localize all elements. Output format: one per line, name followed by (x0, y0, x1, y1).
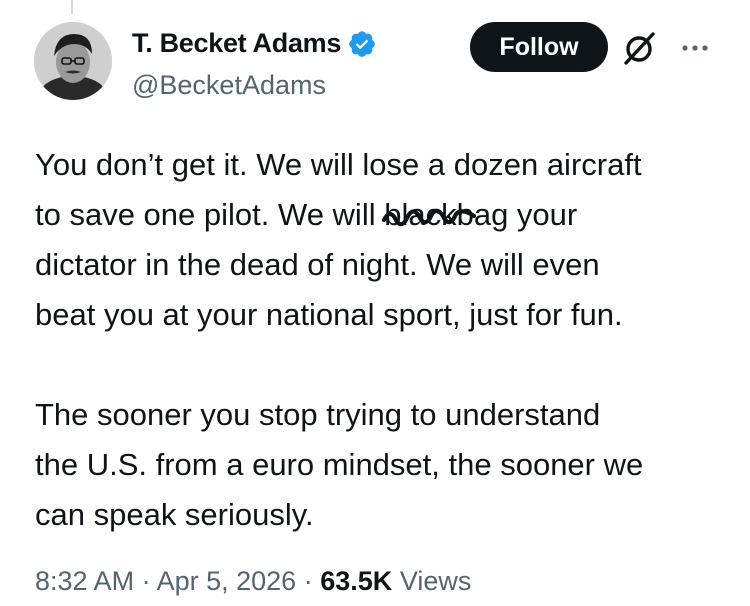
struck-fragment: black (384, 197, 457, 232)
tweet-line-with-strikethrough: to save one pilot. We will black bag your (35, 190, 740, 240)
tweet-line: beat you at your national sport, just fo… (35, 297, 623, 332)
tweet-line: dictator in the dead of night. We will e… (35, 247, 600, 282)
more-dots-icon[interactable] (677, 28, 713, 68)
author-name-row[interactable]: T. Becket Adams (132, 28, 377, 59)
follow-button[interactable]: Follow (470, 22, 608, 72)
tweet-text: You don’t get it. We will lose a dozen a… (35, 140, 740, 540)
tweet-date[interactable]: Apr 5, 2026 (157, 566, 297, 596)
tweet-time[interactable]: 8:32 AM (35, 566, 134, 596)
tweet-meta: 8:32 AM · Apr 5, 2026 · 63.5K Views (35, 566, 471, 597)
tweet-line: can speak seriously. (35, 497, 314, 532)
tweet-line-fragment: to save one pilot. We will (35, 197, 385, 232)
grok-icon[interactable] (620, 28, 660, 68)
avatar-portrait-image (34, 22, 112, 100)
tweet-line-fragment: bag your (456, 197, 578, 232)
meta-separator: · (141, 566, 151, 596)
views-count[interactable]: 63.5K (320, 566, 392, 596)
tweet-line: the U.S. from a euro mindset, the sooner… (35, 447, 644, 482)
author-handle[interactable]: @BecketAdams (132, 70, 326, 101)
meta-separator: · (303, 566, 313, 596)
avatar[interactable] (34, 22, 112, 100)
tweet-line: The sooner you stop trying to understand (35, 397, 601, 432)
views-label: Views (399, 566, 472, 596)
thread-connector-line (71, 0, 73, 14)
tweet-line: You don’t get it. We will lose a dozen a… (35, 147, 642, 182)
display-name[interactable]: T. Becket Adams (132, 28, 341, 59)
verified-badge-icon (349, 30, 375, 57)
struck-word: black (382, 190, 477, 240)
